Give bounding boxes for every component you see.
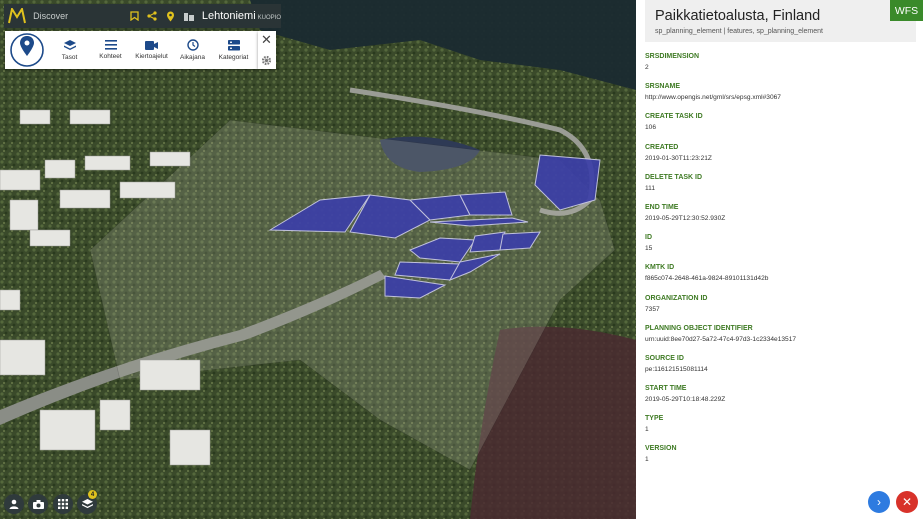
close-panel-button[interactable]: ✕ [896,491,918,513]
attribute-label: CREATE TASK ID [645,113,703,121]
attribute-row: PLANNING OBJECT IDENTIFIER urn:uuid:8ee70… [645,325,796,355]
location-tool-button[interactable] [5,31,49,69]
attribute-value: 2019-05-29T12:30:52.930Z [645,214,726,222]
building-icon [180,6,198,26]
categories-icon [227,39,240,50]
attribute-row: SRSDIMENSION 2 [645,53,796,83]
tools-side-controls: ✕ [258,31,276,69]
attribute-label: KMTK ID [645,264,675,272]
place-name: Lehtoniemi [201,10,256,22]
attribute-label: ID [645,234,652,242]
attribute-value: f865c074-2648-461a-9824-89101131d42b [645,275,769,283]
attribute-label: TYPE [645,415,664,423]
close-icon: ✕ [901,495,913,509]
logo-icon [7,8,26,24]
panel-header: Paikkatietoalusta, Finland sp_planning_e… [645,0,923,42]
attribute-label: ORGANIZATION ID [645,294,708,302]
current-place[interactable]: Lehtoniemi KUOPIO [202,10,281,22]
location-pin-icon[interactable] [161,6,179,26]
attribute-row: CREATE TASK ID 106 [645,113,796,143]
next-feature-button[interactable]: › [868,491,890,513]
gear-icon[interactable] [261,53,272,71]
attribute-value: 106 [645,124,657,132]
attribute-value: urn:uuid:8ee70d27-5a72-47c4-97d3-1c2334e… [645,335,797,343]
tool-label: Kategoriat [218,53,249,61]
layers-icon [63,39,76,50]
apps-grid-button[interactable] [53,494,73,514]
attribute-label: SOURCE ID [645,354,684,362]
tools-panel: Tasot Kohteet Kiertoajelut Aikajana Kate… [5,31,258,69]
close-tools-icon[interactable]: ✕ [261,33,272,46]
place-municipality: KUOPIO [257,15,282,21]
panel-subtitle: sp_planning_element | features, sp_plann… [655,28,823,35]
clock-icon [186,39,199,51]
share-icon[interactable] [143,6,161,26]
attribute-row: TYPE 1 [645,415,796,445]
attribute-value: http://www.opengis.net/gml/srs/epsg.xml#… [645,94,781,102]
attribute-label: PLANNING OBJECT IDENTIFIER [645,324,753,332]
tool-kiertoajelut[interactable]: Kiertoajelut [131,31,172,69]
attribute-row: SOURCE ID pe:116121515081114 [645,355,796,385]
tool-label: Tasot [61,53,78,61]
attribute-value: 15 [645,245,653,253]
wfs-badge: WFS [890,0,923,21]
chevron-right-icon: › [877,495,881,509]
attribute-label: SRSNAME [645,83,681,91]
attribute-row: DELETE TASK ID 111 [645,174,796,204]
attribute-label: VERSION [645,445,677,453]
attribute-row: SRSNAME http://www.opengis.net/gml/srs/ep… [645,83,796,113]
tool-label: Kohteet [99,53,122,60]
grid-icon [58,499,68,509]
tool-kategoriat[interactable]: Kategoriat [213,31,254,69]
video-camera-icon [145,40,158,50]
attribute-label: SRSDIMENSION [645,53,700,60]
tool-aikajana[interactable]: Aikajana [172,31,213,69]
attribute-row: ORGANIZATION ID 7357 [645,295,796,325]
discover-search[interactable]: Discover [33,11,125,21]
attribute-value: 7357 [645,305,660,313]
attribute-value: 111 [645,184,656,192]
panel-title: Paikkatietoalusta, Finland [655,8,821,24]
attribute-label: END TIME [645,203,679,211]
attribute-value: 1 [645,456,649,464]
attribute-value: 1 [645,426,649,434]
user-button[interactable] [4,494,24,514]
attribute-label: START TIME [645,385,687,393]
attribute-row: END TIME 2019-05-29T12:30:52.930Z [645,204,796,234]
tool-label: Aikajana [180,54,205,61]
attribute-row: VERSION 1 [645,445,796,475]
tool-tasot[interactable]: Tasot [49,31,90,69]
attribute-row: START TIME 2019-05-29T10:18:48.229Z [645,385,796,415]
attribute-value: 2 [645,64,649,71]
app-logo[interactable] [6,5,27,27]
bookmark-icon[interactable] [125,6,143,26]
camera-button[interactable] [28,494,48,514]
layers-count-badge: 4 [88,490,97,499]
top-bar: Discover Lehtoniemi KUOPIO [4,4,281,28]
camera-icon [32,499,44,509]
map-3d-viewport[interactable] [0,0,636,519]
attribute-row: KMTK ID f865c074-2648-461a-9824-89101131d… [645,264,796,294]
attribute-label: CREATED [645,143,679,151]
attribute-value: pe:116121515081114 [645,365,708,373]
attribute-value: 2019-01-30T11:23:21Z [645,154,712,162]
attribute-value: 2019-05-29T10:18:48.229Z [645,396,726,404]
list-icon [104,40,117,50]
user-icon [9,499,19,509]
feature-info-panel: Paikkatietoalusta, Finland sp_planning_e… [636,0,924,519]
tool-kohteet[interactable]: Kohteet [90,31,131,69]
attribute-row: ID 15 [645,234,796,264]
attribute-row: CREATED 2019-01-30T11:23:21Z [645,144,796,174]
location-target-icon [10,33,44,67]
tool-label: Kiertoajelut [135,52,168,60]
attribute-label: DELETE TASK ID [645,173,703,181]
feature-attributes: SRSDIMENSION 2 SRSNAME http://www.opengis.… [645,53,796,476]
map-scene[interactable] [0,0,636,519]
layers-icon [81,499,93,509]
